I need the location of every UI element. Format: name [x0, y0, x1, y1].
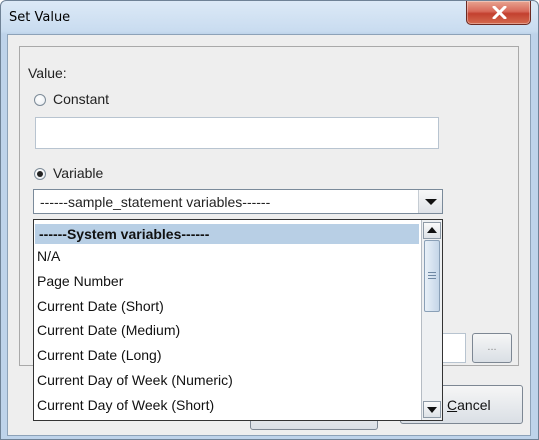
variable-dropdown-list: ------System variables------ N/A Page Nu… [33, 219, 443, 421]
value-label: Value: [28, 65, 67, 81]
list-item[interactable]: Current Date (Long) [35, 345, 419, 365]
close-button[interactable] [466, 1, 531, 25]
list-item[interactable]: Current Day of Week (Numeric) [35, 370, 419, 390]
list-item[interactable]: Current Day of Week (Short) [35, 395, 419, 415]
constant-radio[interactable] [34, 94, 46, 106]
browse-button-label: ... [487, 341, 497, 353]
combobox-selected-value: ------sample_statement variables------ [40, 194, 271, 210]
grip-line-icon [428, 272, 436, 273]
window-title: Set Value [9, 10, 71, 25]
scroll-down-icon[interactable] [423, 401, 441, 418]
browse-button[interactable]: ... [472, 333, 512, 363]
grip-line-icon [428, 275, 436, 276]
constant-label[interactable]: Constant [53, 91, 109, 107]
list-item[interactable]: ------System variables------ [35, 224, 419, 244]
variable-label[interactable]: Variable [53, 165, 103, 181]
constant-value-input[interactable] [35, 117, 439, 149]
list-item[interactable]: N/A [35, 246, 419, 266]
grip-line-icon [428, 278, 436, 279]
cancel-rest: ancel [457, 397, 491, 413]
list-item[interactable]: Current Date (Medium) [35, 320, 419, 340]
close-x-icon [492, 6, 507, 19]
cancel-mnemonic: C [447, 397, 458, 413]
variable-combobox[interactable]: ------sample_statement variables------ [33, 189, 443, 214]
variable-radio[interactable] [34, 168, 46, 180]
scroll-up-icon[interactable] [423, 222, 441, 239]
cancel-button-label: Cancel [447, 397, 491, 413]
list-item[interactable]: Current Date (Short) [35, 296, 419, 316]
scroll-thumb[interactable] [424, 240, 440, 312]
chevron-down-icon[interactable] [418, 190, 442, 213]
list-item[interactable]: Page Number [35, 271, 419, 291]
set-value-dialog: Set Value Value: Constant Variable ... C… [0, 0, 539, 440]
dropdown-scrollbar[interactable] [421, 220, 442, 420]
title-bar[interactable]: Set Value [1, 1, 538, 34]
